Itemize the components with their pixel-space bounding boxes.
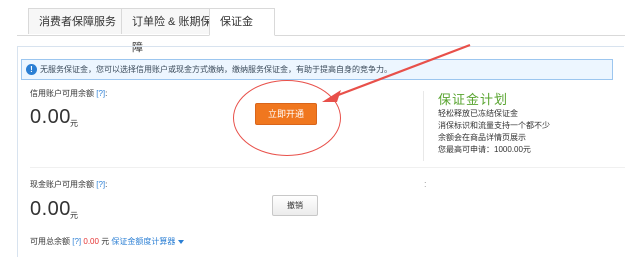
total-balance-row: 可用总余额 [?] 0.00 元 保证金额度计算器 [30,236,185,247]
plan-line: 您最高可申请：1000.00元 [438,145,531,154]
plan-line: 轻松释放已冻结保证金 [438,109,518,118]
chevron-down-icon[interactable] [178,239,185,244]
withdraw-button[interactable]: 撤销 [272,195,318,216]
deposit-plan-title: 保证金计划 [438,93,509,108]
side-mark: : [424,179,427,189]
cash-balance-label: 现金账户可用余额 [?]: [30,179,107,190]
cash-balance-amount: 0.00 [30,198,71,220]
plan-line: 余额会在商品详情页展示 [438,133,526,142]
cash-colon: : [105,180,108,189]
vertical-divider [423,91,424,161]
total-balance-value: 0.00 [83,237,99,246]
cash-label-text: 现金账户可用余额 [30,180,94,189]
plan-line: 消保标识和流量支持一个都不少 [438,121,550,130]
cash-help-link[interactable]: [?] [96,180,105,189]
deposit-calculator-link[interactable]: 保证金额度计算器 [111,237,175,246]
total-help-link[interactable]: [?] [72,237,81,246]
section-divider [30,167,625,168]
cash-balance-unit: 元 [70,211,78,220]
total-balance-unit: 元 [101,237,110,246]
total-balance-label: 可用总余额 [30,237,70,246]
